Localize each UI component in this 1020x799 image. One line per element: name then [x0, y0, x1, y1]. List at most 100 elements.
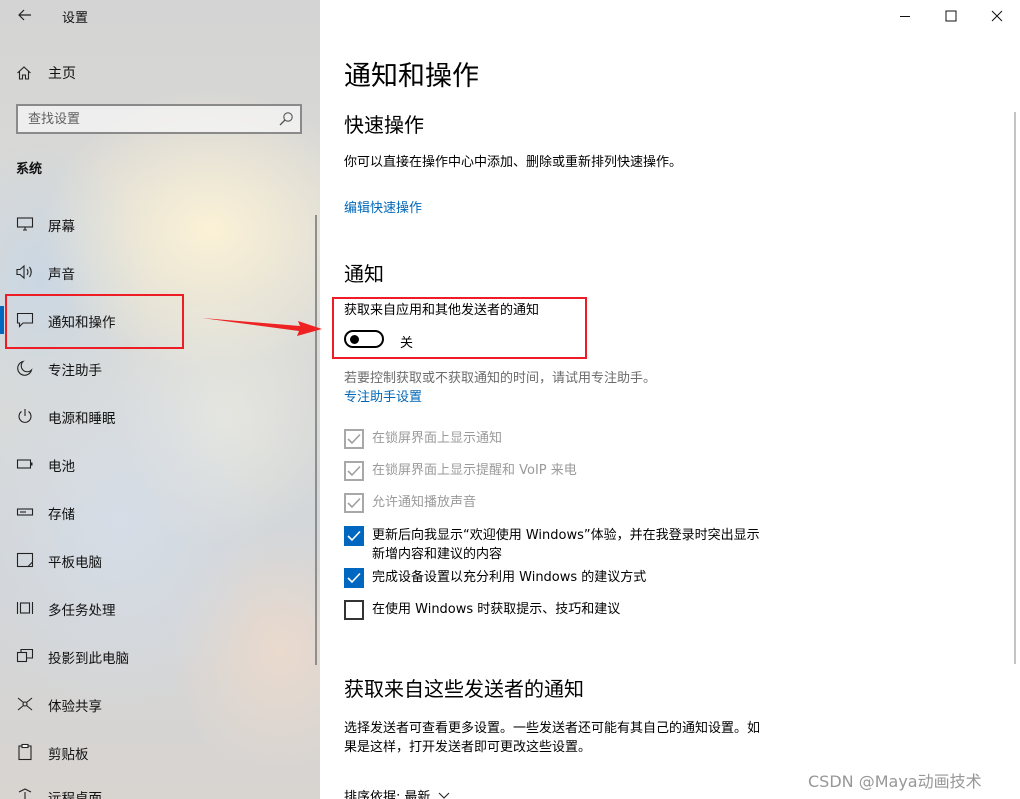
sidebar-item-remote-desktop[interactable]: 远程桌面 [0, 782, 300, 799]
senders-description-line1: 选择发送者可查看更多设置。一些发送者还可能有其自己的通知设置。如 [344, 721, 761, 736]
focus-assist-hint: 若要控制获取或不获取通知的时间，请试用专注助手。 [344, 371, 657, 386]
sidebar-item-shared-experiences[interactable]: 体验共享 [0, 690, 300, 718]
sidebar-item-power-sleep[interactable]: 电源和睡眠 [0, 402, 300, 430]
sidebar-item-label: 投影到此电脑 [48, 651, 129, 667]
sort-label: 排序依据: [344, 790, 401, 799]
minimize-button[interactable] [882, 0, 928, 32]
sidebar-item-label: 多任务处理 [48, 603, 116, 619]
sidebar-item-label: 电源和睡眠 [48, 411, 116, 427]
sidebar-item-focus-assist[interactable]: 专注助手 [0, 354, 300, 382]
sidebar-item-label: 体验共享 [48, 699, 102, 715]
checkbox-label: 完成设备设置以充分利用 Windows 的建议方式 [372, 570, 647, 585]
tablet-icon [15, 551, 35, 569]
sidebar-scrollbar[interactable] [315, 215, 317, 665]
maximize-icon [945, 10, 957, 22]
checkmark-icon [347, 433, 361, 445]
sidebar-item-clipboard[interactable]: 剪贴板 [0, 738, 300, 766]
sidebar-item-label: 剪贴板 [48, 747, 89, 763]
nav-home-label: 主页 [48, 66, 76, 82]
checkbox-label: 在使用 Windows 时获取提示、技巧和建议 [372, 602, 621, 617]
sidebar-item-label: 声音 [48, 267, 75, 283]
checkbox-label-line2: 新增内容和建议的内容 [372, 547, 503, 562]
sidebar: 设置 主页 系统 屏幕 声音 通知和操作 [0, 0, 320, 799]
senders-description: 选择发送者可查看更多设置。一些发送者还可能有其自己的通知设置。如 果是这样，打开发… [344, 719, 760, 757]
sidebar-item-label: 平板电脑 [48, 555, 102, 571]
project-icon [15, 647, 35, 665]
power-icon [15, 407, 35, 425]
chevron-down-icon [439, 792, 450, 799]
checkbox-row-device-setup-suggestions[interactable]: 完成设备设置以充分利用 Windows 的建议方式 [344, 568, 646, 588]
moon-icon [15, 359, 35, 377]
sidebar-item-project[interactable]: 投影到此电脑 [0, 642, 300, 670]
quick-actions-description: 你可以直接在操作中心中添加、删除或重新排列快速操作。 [344, 155, 683, 170]
checkbox[interactable] [344, 568, 364, 588]
checkbox-label: 在锁屏界面上显示提醒和 VoIP 来电 [372, 463, 577, 478]
clipboard-icon [15, 743, 35, 761]
senders-description-line2: 果是这样，打开发送者即可更改这些设置。 [344, 740, 592, 755]
checkbox-label-line1: 更新后向我显示“欢迎使用 Windows”体验，并在我登录时突出显示 [372, 528, 760, 543]
search-input[interactable] [18, 106, 268, 132]
app-title: 设置 [62, 11, 89, 26]
checkmark-icon [347, 497, 361, 509]
annotation-highlight-sidebar [5, 294, 184, 349]
checkbox-row-lockscreen-reminders[interactable]: 在锁屏界面上显示提醒和 VoIP 来电 [344, 461, 577, 481]
checkmark-icon [347, 530, 361, 542]
search-icon[interactable] [278, 111, 294, 127]
focus-assist-settings-link[interactable]: 专注助手设置 [344, 386, 422, 405]
checkbox-label: 允许通知播放声音 [372, 495, 477, 510]
senders-heading: 获取来自这些发送者的通知 [344, 677, 584, 701]
watermark: CSDN @Maya动画技术 [808, 772, 982, 791]
sort-value: 最新 [404, 790, 431, 799]
sidebar-item-label: 远程桌面 [48, 791, 102, 799]
checkmark-icon [347, 572, 361, 584]
edit-quick-actions-link[interactable]: 编辑快速操作 [344, 197, 422, 216]
checkbox[interactable] [344, 526, 364, 546]
checkbox[interactable] [344, 461, 364, 481]
checkbox-row-welcome-experience[interactable]: 更新后向我显示“欢迎使用 Windows”体验，并在我登录时突出显示 新增内容和建… [344, 526, 760, 564]
sidebar-item-multitasking[interactable]: 多任务处理 [0, 594, 300, 622]
close-button[interactable] [974, 0, 1020, 32]
monitor-icon [15, 215, 35, 233]
share-icon [15, 695, 35, 713]
checkbox-row-notification-sounds[interactable]: 允许通知播放声音 [344, 493, 476, 513]
checkbox[interactable] [344, 429, 364, 449]
multitask-icon [15, 599, 35, 617]
main-content: 通知和操作 快速操作 你可以直接在操作中心中添加、删除或重新排列快速操作。 编辑… [320, 0, 1020, 799]
nav-home[interactable]: 主页 [16, 62, 76, 84]
sidebar-item-label: 专注助手 [48, 363, 102, 379]
sidebar-item-tablet[interactable]: 平板电脑 [0, 546, 300, 574]
sort-dropdown[interactable]: 排序依据: 最新 [344, 786, 450, 799]
checkbox-row-tips-tricks[interactable]: 在使用 Windows 时获取提示、技巧和建议 [344, 600, 620, 620]
back-button[interactable] [14, 4, 36, 26]
annotation-arrow [202, 318, 322, 336]
sidebar-item-sound[interactable]: 声音 [0, 258, 300, 286]
minimize-icon [900, 16, 910, 17]
search-box[interactable] [16, 104, 302, 134]
checkmark-icon [347, 465, 361, 477]
checkbox-label: 更新后向我显示“欢迎使用 Windows”体验，并在我登录时突出显示 新增内容和建… [372, 526, 760, 564]
sidebar-item-label: 屏幕 [48, 219, 75, 235]
sidebar-item-storage[interactable]: 存储 [0, 498, 300, 526]
back-arrow-icon [18, 9, 31, 21]
checkbox-row-lockscreen-notifications[interactable]: 在锁屏界面上显示通知 [344, 429, 502, 449]
storage-icon [15, 503, 35, 521]
sidebar-item-label: 存储 [48, 507, 75, 523]
main-scrollbar[interactable] [1014, 112, 1016, 664]
section-title: 系统 [16, 162, 43, 177]
remote-desktop-icon [15, 787, 35, 799]
sidebar-item-label: 电池 [48, 459, 75, 475]
checkbox[interactable] [344, 493, 364, 513]
page-title: 通知和操作 [344, 61, 479, 92]
battery-icon [15, 455, 35, 473]
annotation-highlight-toggle [332, 297, 587, 359]
close-icon [991, 10, 1003, 22]
sidebar-item-battery[interactable]: 电池 [0, 450, 300, 478]
quick-actions-heading: 快速操作 [344, 113, 424, 137]
home-icon [17, 66, 31, 80]
speaker-icon [15, 263, 35, 281]
maximize-button[interactable] [928, 0, 974, 32]
notifications-heading: 通知 [344, 262, 384, 286]
checkbox-label: 在锁屏界面上显示通知 [372, 431, 503, 446]
sidebar-item-display[interactable]: 屏幕 [0, 210, 300, 238]
checkbox[interactable] [344, 600, 364, 620]
